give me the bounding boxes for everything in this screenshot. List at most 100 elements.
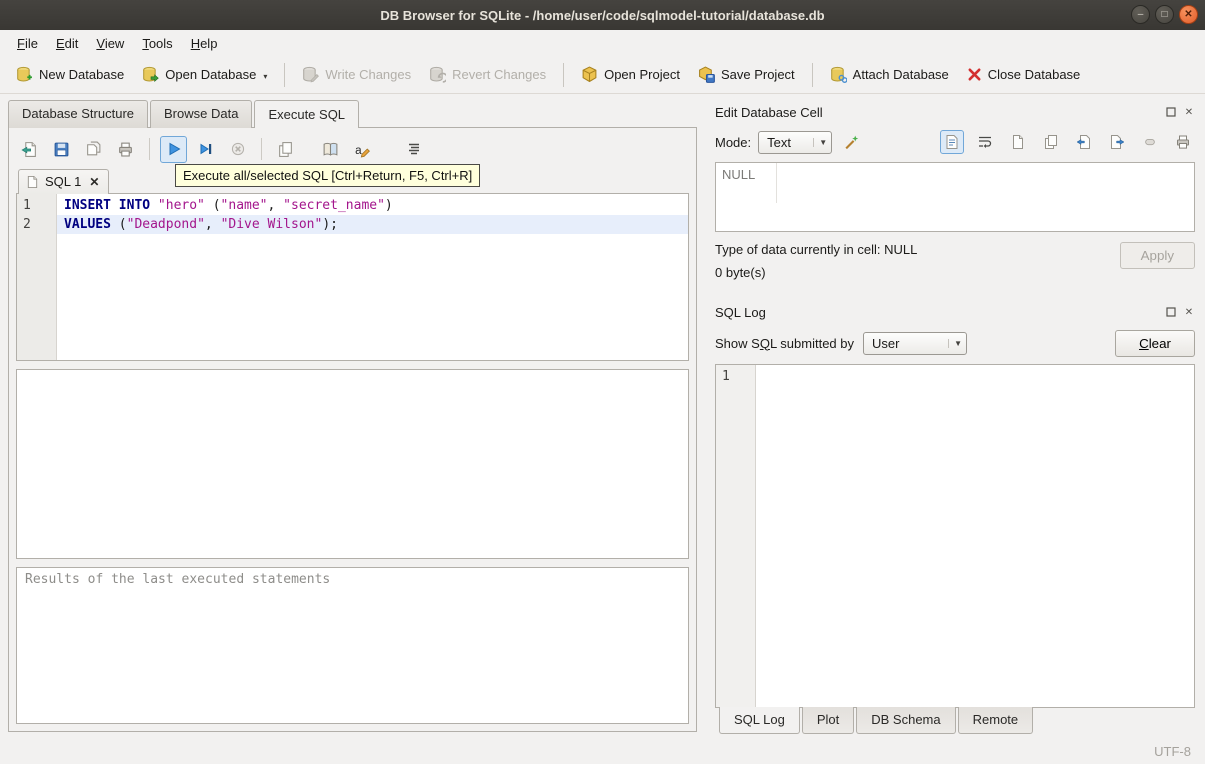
log-filter-value: User <box>872 336 899 351</box>
sql-code[interactable]: INSERT INTO "hero" ("name", "secret_name… <box>57 194 688 360</box>
word-wrap-button[interactable] <box>973 130 997 154</box>
menu-label: dit <box>65 36 79 51</box>
auto-switch-mode-button[interactable] <box>839 130 863 154</box>
save-sql-file-button[interactable] <box>48 136 75 163</box>
word-wrap-button[interactable] <box>317 136 344 163</box>
print-cell-button[interactable] <box>1171 130 1195 154</box>
log-filter-combobox[interactable]: User ▼ <box>863 332 967 355</box>
print-icon <box>1175 134 1191 150</box>
mode-combobox[interactable]: Text ▼ <box>758 131 832 154</box>
clear-log-button[interactable]: Clear <box>1115 330 1195 357</box>
menu-edit[interactable]: Edit <box>47 32 87 55</box>
sql-tab-label: SQL 1 <box>45 174 81 189</box>
open-sql-file-button[interactable] <box>16 136 43 163</box>
sql-token: , <box>205 217 221 232</box>
save-sql-file-as-button[interactable] <box>80 136 107 163</box>
execute-current-line-button[interactable] <box>192 136 219 163</box>
main-area: Database Structure Browse Data Execute S… <box>0 94 1205 738</box>
close-icon[interactable]: ✕ <box>1183 306 1195 318</box>
menu-tools[interactable]: Tools <box>133 32 181 55</box>
sql-editor[interactable]: 1 2 INSERT INTO "hero" ("name", "secret_… <box>16 193 689 361</box>
open-project-button[interactable]: Open Project <box>573 61 688 88</box>
tab-db-schema[interactable]: DB Schema <box>856 707 955 734</box>
results-table-area[interactable] <box>16 369 689 559</box>
minimize-button[interactable]: – <box>1131 5 1150 24</box>
cell-editor-icons <box>940 130 1195 154</box>
line-number: 1 <box>17 196 56 215</box>
float-icon[interactable] <box>1165 106 1177 118</box>
maximize-button[interactable]: □ <box>1155 5 1174 24</box>
close-button[interactable]: ✕ <box>1179 5 1198 24</box>
log-line-number-gutter: 1 <box>716 365 756 707</box>
copy-button[interactable] <box>272 136 299 163</box>
sql-tab[interactable]: SQL 1 ✕ <box>18 169 109 194</box>
sql-log-area[interactable]: 1 <box>715 364 1195 708</box>
new-database-button[interactable]: New Database <box>8 61 132 88</box>
log-filter-label-part: L submitted by <box>770 336 854 351</box>
line-number: 2 <box>17 215 56 234</box>
write-changes-button[interactable]: Write Changes <box>294 61 419 88</box>
sql-token: ); <box>322 217 338 232</box>
results-message-area[interactable]: Results of the last executed statements <box>16 567 689 724</box>
close-database-button[interactable]: Close Database <box>959 62 1089 87</box>
tab-plot[interactable]: Plot <box>802 707 854 734</box>
export-cell-button[interactable] <box>1105 130 1129 154</box>
window-controls: – □ ✕ <box>1131 5 1198 24</box>
tab-sql-log[interactable]: SQL Log <box>719 707 800 734</box>
format-sql-button[interactable] <box>400 136 427 163</box>
autocomplete-button[interactable]: a <box>349 136 376 163</box>
open-database-dropdown-arrow[interactable]: ▾ <box>263 72 267 83</box>
sql-token: INSERT INTO <box>64 198 158 213</box>
copy-cell-button[interactable] <box>1039 130 1063 154</box>
execute-sql-panel: a SQL 1 ✕ 1 <box>8 127 697 732</box>
menubar: File Edit View Tools Help <box>0 30 1205 56</box>
text-mode-button[interactable] <box>940 130 964 154</box>
menu-label: elp <box>200 36 217 51</box>
encoding-indicator[interactable]: UTF-8 <box>1154 744 1191 759</box>
copy-icon <box>277 141 294 158</box>
toolbar-button-label: Close Database <box>988 67 1081 82</box>
menu-file[interactable]: File <box>8 32 47 55</box>
sql-log-header: SQL Log ✕ <box>715 302 1195 322</box>
tab-label: Execute SQL <box>268 107 345 122</box>
open-database-button[interactable]: Open Database ▾ <box>134 61 275 88</box>
menu-view[interactable]: View <box>87 32 133 55</box>
export-icon <box>1109 134 1125 150</box>
sql-log-filter-row: Show SQL submitted by User ▼ Clear <box>715 322 1195 364</box>
line-number: 1 <box>716 367 755 386</box>
stop-button[interactable] <box>224 136 251 163</box>
log-content[interactable] <box>756 365 1194 707</box>
tab-execute-sql[interactable]: Execute SQL <box>254 100 359 128</box>
revert-changes-button[interactable]: Revert Changes <box>421 61 554 88</box>
toolbar-button-label: Open Project <box>604 67 680 82</box>
close-icon[interactable]: ✕ <box>1183 106 1195 118</box>
apply-button[interactable]: Apply <box>1120 242 1195 269</box>
print-sql-button[interactable] <box>112 136 139 163</box>
menu-label: iew <box>105 36 125 51</box>
save-project-button[interactable]: Save Project <box>690 61 803 88</box>
execute-all-button[interactable] <box>160 136 187 163</box>
tab-database-structure[interactable]: Database Structure <box>8 100 148 128</box>
cell-info-text: Type of data currently in cell: NULL 0 b… <box>715 242 917 280</box>
float-icon[interactable] <box>1165 306 1177 318</box>
cell-value-editor[interactable]: NULL <box>715 162 1195 232</box>
close-tab-icon[interactable]: ✕ <box>89 175 99 189</box>
menu-label: V <box>96 36 104 51</box>
edit-cell-toolbar: Mode: Text ▼ <box>715 122 1195 162</box>
set-null-button[interactable] <box>1138 130 1162 154</box>
code-line-1: INSERT INTO "hero" ("name", "secret_name… <box>57 196 688 215</box>
menu-help[interactable]: Help <box>182 32 227 55</box>
code-line-2: VALUES ("Deadpond", "Dive Wilson"); <box>57 215 688 234</box>
new-content-button[interactable] <box>1006 130 1030 154</box>
tab-label: Plot <box>817 712 839 727</box>
clear-label-part: C <box>1139 336 1149 351</box>
titlebar[interactable]: DB Browser for SQLite - /home/user/code/… <box>0 0 1205 30</box>
import-cell-button[interactable] <box>1072 130 1096 154</box>
cell-null-placeholder: NULL <box>722 167 755 182</box>
tab-remote[interactable]: Remote <box>958 707 1034 734</box>
tab-browse-data[interactable]: Browse Data <box>150 100 252 128</box>
main-tabbar: Database Structure Browse Data Execute S… <box>0 100 705 128</box>
word-wrap-icon <box>977 134 993 150</box>
attach-database-button[interactable]: Attach Database <box>822 61 957 88</box>
open-sql-file-icon <box>21 141 38 158</box>
